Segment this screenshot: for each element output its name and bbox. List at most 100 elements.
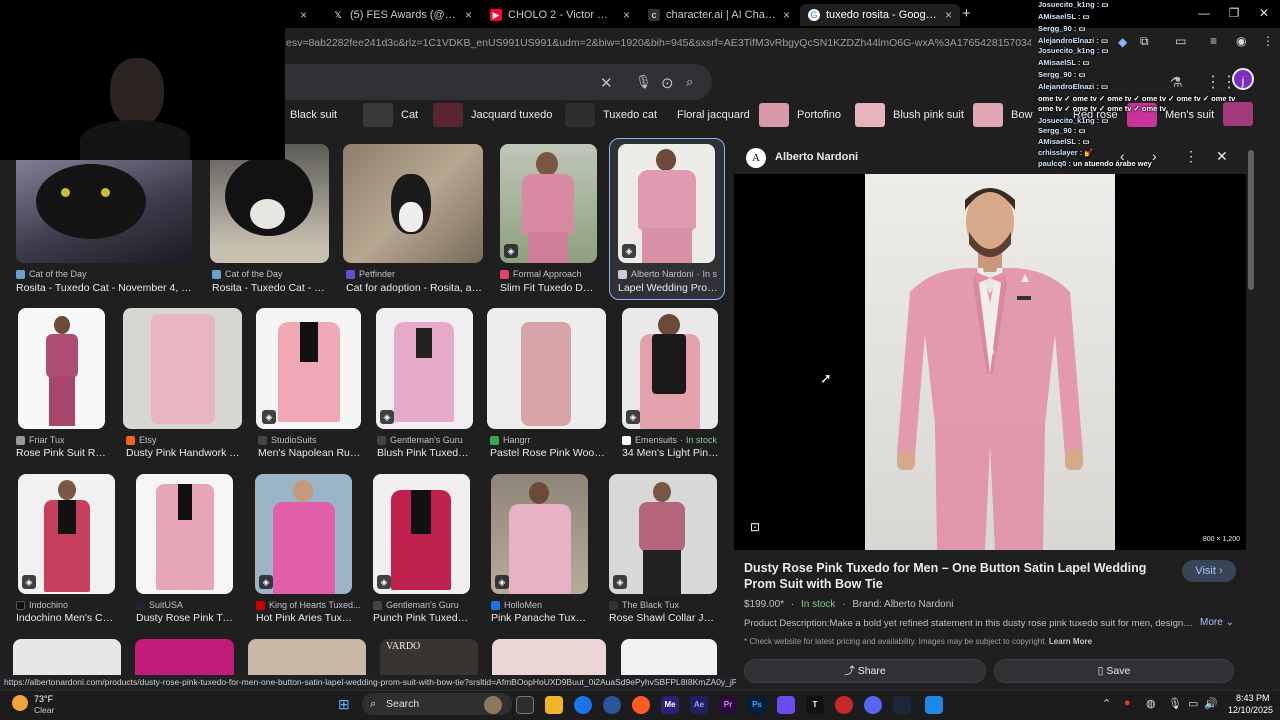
source-favicon xyxy=(346,269,355,279)
new-tab-button[interactable]: + xyxy=(962,5,971,22)
learn-more-link[interactable]: Learn More xyxy=(1049,637,1092,646)
chip-floral-jacquard[interactable]: Floral jacquard xyxy=(677,102,750,128)
tab-google-search[interactable]: G tuxedo rosita - Google Search × xyxy=(800,4,960,26)
result-image-partial[interactable] xyxy=(621,639,717,675)
network-icon[interactable]: ▭ xyxy=(1188,697,1198,710)
steam-icon[interactable] xyxy=(893,696,911,714)
volume-icon[interactable]: 🔊 xyxy=(1204,697,1218,710)
windows-start-icon[interactable]: ⊞ xyxy=(338,696,350,713)
app-icon[interactable] xyxy=(777,696,795,714)
product-tag-icon: ◈ xyxy=(377,575,391,589)
result-title[interactable]: Hot Pink Aries Tuxed... xyxy=(256,612,356,624)
close-tab-icon[interactable]: × xyxy=(623,8,630,22)
result-title[interactable]: Men's Napolean Run... xyxy=(258,447,362,459)
app-icon[interactable]: T xyxy=(806,696,824,714)
result-image-suit[interactable] xyxy=(123,308,242,429)
tab-1[interactable]: × xyxy=(286,4,322,26)
result-title[interactable]: Indochino Men's Cus... xyxy=(16,612,116,624)
premiere-icon[interactable]: Pr xyxy=(719,696,737,714)
media-encoder-icon[interactable]: Me xyxy=(661,696,679,714)
close-tab-icon[interactable]: × xyxy=(945,8,952,22)
after-effects-icon[interactable]: Ae xyxy=(690,696,708,714)
clear-search-icon[interactable]: ✕ xyxy=(600,74,613,92)
result-title[interactable]: Dusty Pink Handwork T... xyxy=(126,447,242,459)
result-title[interactable]: Pastel Rose Pink Wool ... xyxy=(490,447,606,459)
close-tab-icon[interactable]: × xyxy=(300,8,307,22)
chip-cat[interactable]: Cat xyxy=(363,102,418,128)
photoshop-icon[interactable]: Ps xyxy=(748,696,766,714)
source-favicon xyxy=(126,435,135,445)
app-icon[interactable] xyxy=(925,696,943,714)
chip-bow[interactable]: Bow xyxy=(973,102,1032,128)
clock-time[interactable]: 8:43 PM xyxy=(1236,693,1270,703)
chip-black-suit[interactable]: Black suit xyxy=(290,102,337,128)
app-icon[interactable] xyxy=(603,696,621,714)
show-hidden-icons[interactable]: ⌃ xyxy=(1102,697,1111,710)
result-image-suit[interactable] xyxy=(487,308,606,429)
result-image-partial[interactable]: VARDO xyxy=(380,639,478,675)
result-image-partial[interactable] xyxy=(135,639,234,675)
tray-app-icon[interactable]: ● xyxy=(1124,697,1131,709)
result-title[interactable]: Cat for adoption - Rosita, a T... xyxy=(346,282,484,294)
discord-icon[interactable] xyxy=(864,696,882,714)
result-image-cat[interactable] xyxy=(343,144,483,263)
task-view-icon[interactable] xyxy=(516,696,534,714)
result-title[interactable]: Rose Pink Suit Re... xyxy=(16,447,108,459)
visit-button[interactable]: Visit › xyxy=(1182,560,1236,582)
result-image-partial[interactable] xyxy=(248,639,366,675)
tray-app-icon[interactable]: ◍ xyxy=(1146,697,1156,710)
result-title[interactable]: Rose Shawl Collar Jac... xyxy=(609,612,717,624)
result-title[interactable]: Dusty Rose Pink Tux... xyxy=(136,612,236,624)
tab-character-ai[interactable]: c character.ai | AI Chat, Reimagin × xyxy=(640,4,798,26)
lens-search-icon[interactable]: ⊡ xyxy=(750,520,760,534)
result-title[interactable]: Slim Fit Tuxedo Dust... xyxy=(500,282,598,294)
close-tab-icon[interactable]: × xyxy=(783,8,790,22)
chip-blush-pink-suit[interactable]: Blush pink suit xyxy=(855,102,964,128)
chip-tuxedo-cat[interactable]: Tuxedo cat xyxy=(565,102,657,128)
file-explorer-icon[interactable] xyxy=(545,696,563,714)
brand-name[interactable]: Alberto Nardoni xyxy=(775,151,858,163)
tab-cholo-2[interactable]: ▶ CHOLO 2 - Victor Mendivil x El × xyxy=(482,4,638,26)
close-tab-icon[interactable]: × xyxy=(465,8,472,22)
chip-jacquard-tuxedo[interactable]: Jacquard tuxedo xyxy=(433,102,552,128)
brand-logo[interactable]: A xyxy=(746,148,766,168)
weather-icon[interactable] xyxy=(12,695,28,711)
url-text[interactable]: esv=8ab2282fee241d3c&rlz=1C1VDKB_enUS991… xyxy=(286,37,1031,49)
voice-search-icon[interactable]: 🎙 xyxy=(635,74,652,90)
app-icon[interactable] xyxy=(835,696,853,714)
chat-message: paulcq0 : un atuendo árabe wey xyxy=(1038,159,1152,168)
chat-message: ome tv ✓ ome tv ✓ ome tv ✓ ome tv ✓ ome … xyxy=(1038,94,1236,103)
weather-condition[interactable]: Clear xyxy=(34,705,54,715)
search-highlight-icon[interactable] xyxy=(484,696,502,714)
source-favicon xyxy=(256,600,265,610)
save-button[interactable]: ▯ Save xyxy=(994,659,1234,683)
search-input[interactable]: ✕ 🎙 ⊙ ⌕ xyxy=(280,64,712,100)
clock-date[interactable]: 12/10/2025 xyxy=(1228,705,1273,715)
result-image-cat[interactable] xyxy=(210,144,329,263)
result-title[interactable]: Lapel Wedding Prom... xyxy=(618,282,718,294)
preview-image[interactable]: ➚ xyxy=(734,174,1246,550)
tab-fes-awards[interactable]: 𝕏 (5) FES Awards (@LoncheOOC) × xyxy=(324,4,480,26)
product-title[interactable]: Dusty Rose Pink Tuxedo for Men – One But… xyxy=(744,560,1164,592)
weather-temperature[interactable]: 73°F xyxy=(34,694,53,704)
result-image-suit[interactable] xyxy=(18,308,105,429)
more-button[interactable]: More ⌄ xyxy=(1200,617,1234,628)
search-icon[interactable]: ⌕ xyxy=(686,74,693,90)
result-title[interactable]: Rosita - Tuxedo Cat - November 4, 2021 xyxy=(16,282,194,294)
result-source: The Black Tux xyxy=(622,600,680,610)
result-title[interactable]: Blush Pink Tuxedo ... xyxy=(377,447,473,459)
chrome-icon[interactable] xyxy=(574,696,592,714)
result-image-cat[interactable] xyxy=(16,144,192,263)
app-icon[interactable] xyxy=(632,696,650,714)
result-image-partial[interactable] xyxy=(13,639,121,675)
result-image-partial[interactable] xyxy=(492,639,606,675)
result-title[interactable]: Rosita - Tuxedo Cat - No... xyxy=(212,282,330,294)
result-title[interactable]: Punch Pink Tuxedo ... xyxy=(373,612,473,624)
result-title[interactable]: 34 Men's Light Pink... xyxy=(622,447,720,459)
result-title[interactable]: Pink Panache Tuxed... xyxy=(491,612,591,624)
chip-portofino[interactable]: Portofino xyxy=(759,102,841,128)
google-lens-icon[interactable]: ⊙ xyxy=(661,74,674,92)
result-image-suit[interactable] xyxy=(136,474,233,594)
microphone-icon[interactable]: 🎙 xyxy=(1168,697,1182,710)
share-button[interactable]: ⤴ Share xyxy=(744,659,986,683)
